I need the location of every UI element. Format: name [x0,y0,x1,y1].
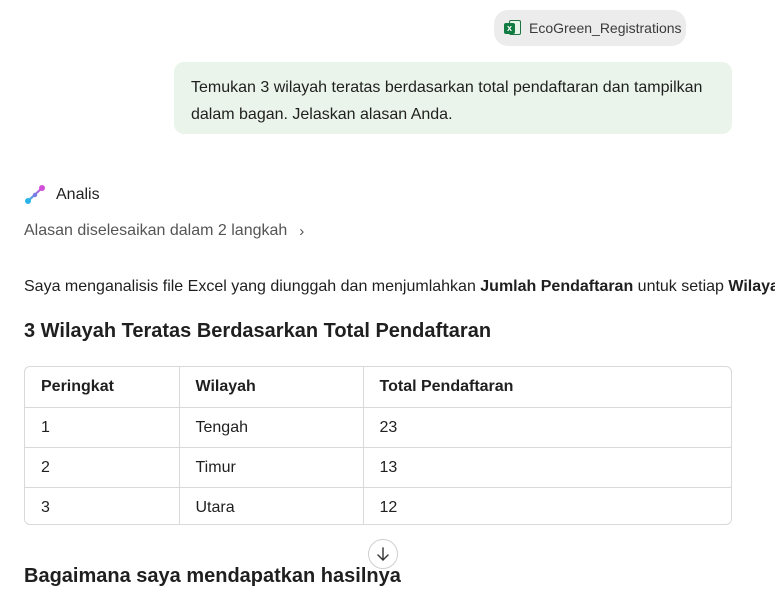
excel-file-icon: x [504,19,522,37]
table-cell-total: 12 [362,487,731,524]
arrow-down-icon [377,547,389,561]
analysis-summary: Saya menganalisis file Excel yang diungg… [24,278,775,296]
next-section-title: Bagaimana saya mendapatkan hasilnya [24,565,401,587]
assistant-label: Analis [56,186,100,203]
column-header-region: Wilayah [178,367,363,408]
reasoning-toggle[interactable]: Alasan diselesaikan dalam 2 langkah › [24,222,304,240]
reasoning-text: Alasan diselesaikan dalam 2 langkah [24,222,288,239]
section-title: 3 Wilayah Teratas Berdasarkan Total Pend… [24,320,492,342]
user-message-bubble: Temukan 3 wilayah teratas berdasarkan to… [174,62,732,134]
table-header-row: Peringkat Wilayah Total Pendaftaran [25,367,731,408]
user-message-text: Temukan 3 wilayah teratas berdasarkan to… [191,79,703,123]
summary-text: Saya menganalisis file Excel yang diungg… [24,278,481,295]
table-row: 3 Utara 12 [25,487,731,524]
column-header-rank: Peringkat [25,367,179,408]
summary-bold-region: Wilayah [728,278,775,295]
table-cell-rank: 2 [25,447,179,488]
assistant-header: Analis [24,184,100,206]
table-cell-rank: 3 [41,498,50,516]
chevron-right-icon: › [299,222,305,240]
column-header-total: Total Pendaftaran [362,367,731,408]
summary-bold-registrations: Jumlah Pendaftaran [480,278,634,295]
table-cell-region: Tengah [178,407,363,448]
table-row: 1 Tengah 23 [25,407,731,448]
analyst-sparkle-icon [25,185,45,204]
table-cell-region: Timur [178,447,363,488]
summary-text: untuk setiap [633,278,729,295]
results-table: Peringkat Wilayah Total Pendaftaran 1 Te… [24,366,732,525]
table-row: 2 Timur 13 [25,447,731,488]
table-cell-total: 13 [362,447,731,488]
table-cell-region: Utara [178,487,363,524]
attachment-file-name: EcoGreen_Registrations [529,20,682,36]
table-cell-total: 23 [362,407,731,448]
attachment-chip[interactable]: x EcoGreen_Registrations [494,10,686,46]
table-cell-rank: 1 [25,407,179,448]
